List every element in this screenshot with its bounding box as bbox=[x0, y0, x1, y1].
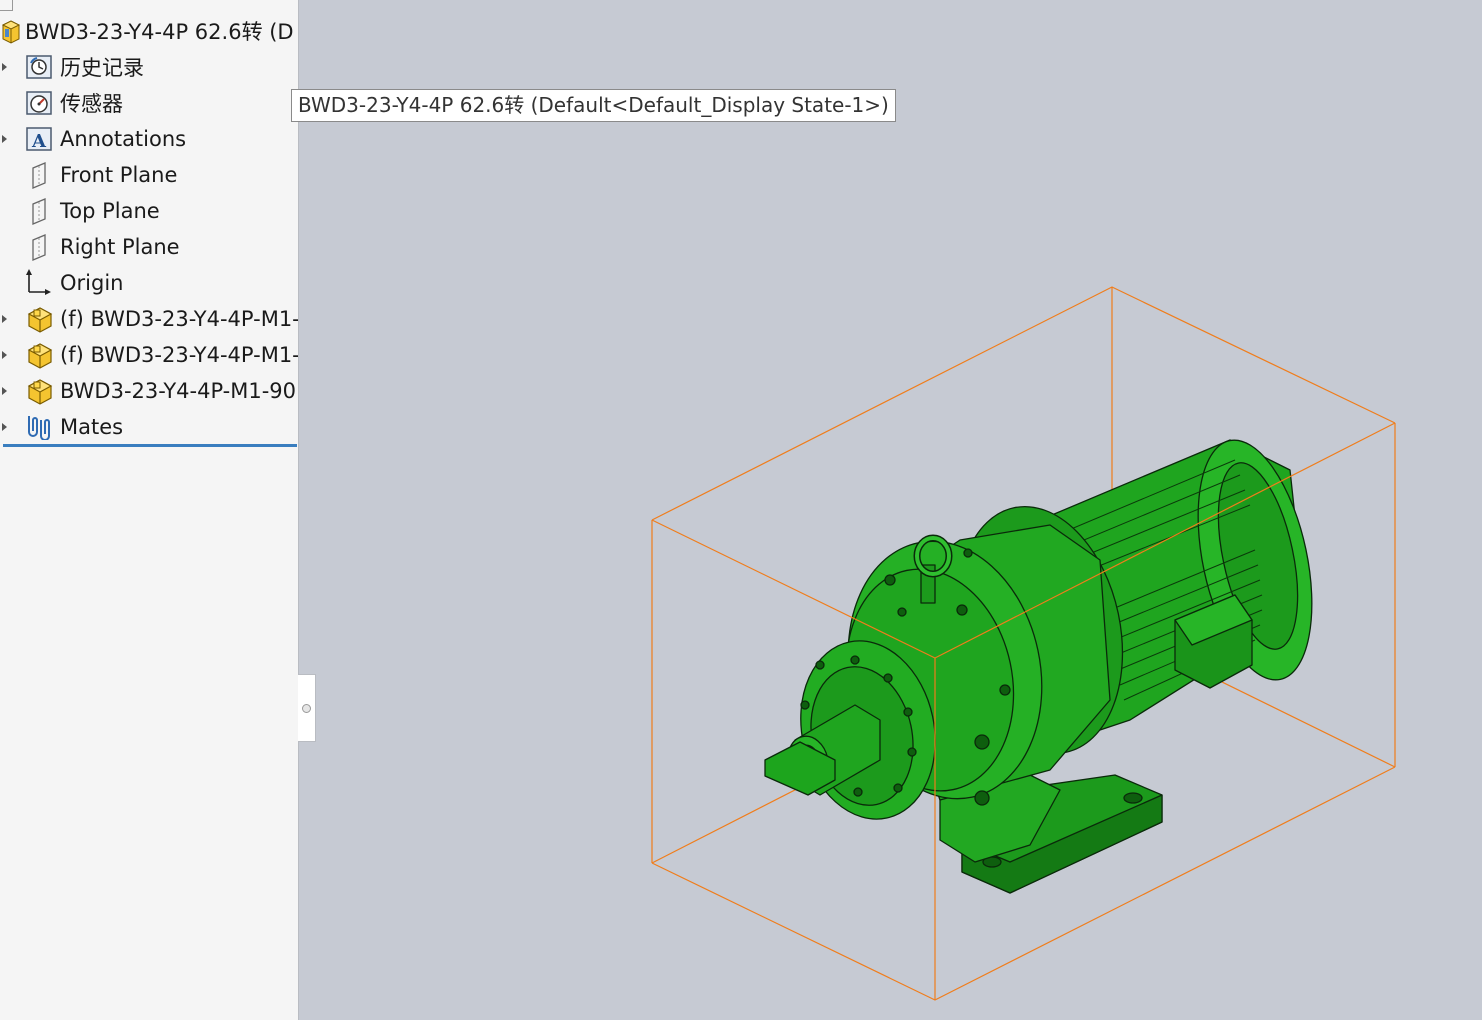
tree-item-history[interactable]: 历史记录 bbox=[0, 50, 298, 84]
tree-item-component-3[interactable]: BWD3-23-Y4-4P-M1-90 bbox=[0, 374, 298, 408]
tree-item-label: (f) BWD3-23-Y4-4P-M1- bbox=[60, 307, 298, 331]
tree-item-label: Mates bbox=[60, 415, 124, 439]
tree-item-sensors[interactable]: 传感器 bbox=[0, 86, 298, 120]
expand-arrow-icon[interactable] bbox=[2, 135, 7, 143]
tree-item-label: Origin bbox=[60, 271, 124, 295]
plane-icon bbox=[32, 198, 46, 225]
tree-end-divider bbox=[3, 444, 297, 447]
tree-item-label: Right Plane bbox=[60, 235, 180, 259]
svg-text:A: A bbox=[31, 131, 47, 152]
tree-scroll-edge bbox=[0, 0, 13, 11]
mates-icon bbox=[28, 416, 50, 440]
tree-root-label: BWD3-23-Y4-4P 62.6转 (D bbox=[25, 20, 294, 44]
component-tooltip: BWD3-23-Y4-4P 62.6转 (Default<Default_Dis… bbox=[291, 89, 896, 122]
tree-item-label: (f) BWD3-23-Y4-4P-M1- bbox=[60, 343, 298, 367]
tree-item-front-plane[interactable]: Front Plane bbox=[0, 158, 298, 192]
collapse-handle-dot-icon bbox=[302, 704, 311, 713]
history-icon bbox=[26, 55, 52, 79]
expand-arrow-icon[interactable] bbox=[2, 351, 7, 359]
tree-item-label: BWD3-23-Y4-4P-M1-90 bbox=[60, 379, 297, 403]
plane-icon bbox=[32, 162, 46, 189]
tree-item-annotations[interactable]: A Annotations bbox=[0, 122, 298, 156]
tree-item-label: Front Plane bbox=[60, 163, 178, 187]
origin-icon bbox=[26, 269, 51, 295]
annotations-icon: A bbox=[26, 127, 52, 152]
tree-item-label: 传感器 bbox=[60, 92, 123, 116]
expand-arrow-icon[interactable] bbox=[2, 423, 7, 431]
feature-manager-tree: BWD3-23-Y4-4P 62.6转 (D 历史记录 传感器 A Annota… bbox=[0, 0, 299, 1020]
tree-item-right-plane[interactable]: Right Plane bbox=[0, 230, 298, 264]
tree-item-label: 历史记录 bbox=[60, 56, 144, 80]
expand-arrow-icon[interactable] bbox=[2, 387, 7, 395]
tree-item-component-2[interactable]: (f) BWD3-23-Y4-4P-M1- bbox=[0, 338, 298, 372]
tree-item-label: Annotations bbox=[60, 127, 187, 151]
part-icon bbox=[27, 343, 53, 369]
tree-item-label: Top Plane bbox=[60, 199, 160, 223]
plane-icon bbox=[32, 234, 46, 261]
tree-item-origin[interactable]: Origin bbox=[0, 266, 298, 300]
graphics-viewport[interactable] bbox=[316, 0, 1482, 1020]
expand-arrow-icon[interactable] bbox=[2, 63, 7, 71]
assembly-icon bbox=[1, 20, 21, 44]
part-icon bbox=[27, 307, 53, 333]
tree-root-assembly[interactable]: BWD3-23-Y4-4P 62.6转 (D bbox=[0, 14, 298, 48]
sensor-icon bbox=[26, 91, 52, 115]
part-icon bbox=[27, 379, 53, 405]
expand-arrow-icon[interactable] bbox=[2, 315, 7, 323]
tree-item-top-plane[interactable]: Top Plane bbox=[0, 194, 298, 228]
tree-item-mates[interactable]: Mates bbox=[0, 410, 298, 444]
tree-item-component-1[interactable]: (f) BWD3-23-Y4-4P-M1- bbox=[0, 302, 298, 336]
panel-collapse-handle[interactable] bbox=[298, 674, 316, 742]
